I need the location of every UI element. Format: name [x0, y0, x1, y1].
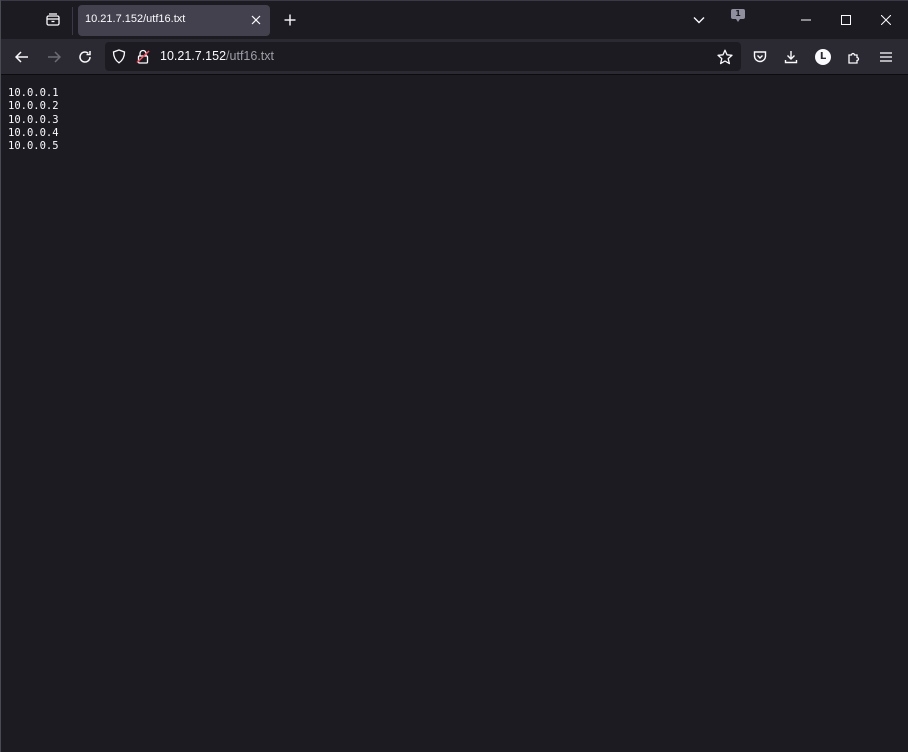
plus-icon — [284, 14, 296, 26]
window-left-border — [0, 0, 1, 752]
new-tab-button[interactable] — [279, 9, 301, 31]
forward-button[interactable] — [40, 43, 68, 71]
url-host: 10.21.7.152 — [160, 49, 227, 63]
pocket-icon — [753, 50, 767, 64]
chevron-down-icon — [693, 16, 705, 24]
text-line: 10.0.0.3 — [8, 113, 59, 126]
lock-icon[interactable] — [135, 48, 151, 64]
notification-badge-button[interactable]: 1 — [728, 7, 748, 27]
maximize-button[interactable] — [826, 5, 866, 35]
url-path: /utf16.txt — [226, 49, 274, 63]
download-icon — [784, 50, 798, 64]
star-icon — [717, 49, 733, 65]
back-button[interactable] — [8, 43, 36, 71]
plain-text-body: 10.0.0.1 10.0.0.2 10.0.0.3 10.0.0.4 10.0… — [8, 87, 59, 153]
bookmark-star-button[interactable] — [716, 48, 734, 66]
maximize-icon — [841, 15, 851, 25]
extensions-button[interactable] — [840, 43, 868, 71]
close-icon — [251, 15, 261, 25]
pocket-button[interactable] — [746, 43, 774, 71]
shield-icon[interactable] — [111, 48, 127, 64]
extensions-icon — [847, 50, 861, 64]
avatar: L — [815, 49, 831, 65]
page-content: 10.0.0.1 10.0.0.2 10.0.0.3 10.0.0.4 10.0… — [1, 75, 908, 752]
url-text[interactable]: 10.21.7.152/utf16.txt — [160, 49, 274, 63]
close-window-button[interactable] — [866, 5, 906, 35]
downloads-button[interactable] — [777, 43, 805, 71]
text-line: 10.0.0.1 — [8, 87, 59, 99]
account-button[interactable]: L — [809, 43, 837, 71]
tab-list-icon — [45, 12, 61, 28]
close-window-icon — [881, 15, 891, 25]
reload-button[interactable] — [71, 43, 99, 71]
badge-tail-icon — [736, 19, 740, 22]
tab-active[interactable]: 10.21.7.152/utf16.txt — [78, 5, 270, 36]
text-line: 10.0.0.5 — [8, 140, 59, 153]
minimize-icon — [801, 19, 811, 21]
navigation-toolbar: 10.21.7.152/utf16.txt L — [0, 39, 908, 74]
tab-bar: 10.21.7.152/utf16.txt 1 — [0, 0, 908, 39]
tab-title: 10.21.7.152/utf16.txt — [85, 13, 186, 25]
menu-icon — [880, 52, 892, 62]
menu-button[interactable] — [872, 43, 900, 71]
forward-icon — [47, 50, 61, 64]
tab-close-button[interactable] — [248, 12, 264, 28]
back-icon — [15, 50, 29, 64]
tab-list-button[interactable] — [40, 8, 66, 32]
tab-separator — [72, 7, 73, 35]
minimize-button[interactable] — [786, 5, 826, 35]
url-bar[interactable]: 10.21.7.152/utf16.txt — [105, 42, 741, 71]
text-line: 10.0.0.4 — [8, 126, 59, 139]
reload-icon — [78, 50, 92, 64]
list-all-tabs-button[interactable] — [688, 9, 710, 31]
text-line: 10.0.0.2 — [8, 100, 59, 113]
